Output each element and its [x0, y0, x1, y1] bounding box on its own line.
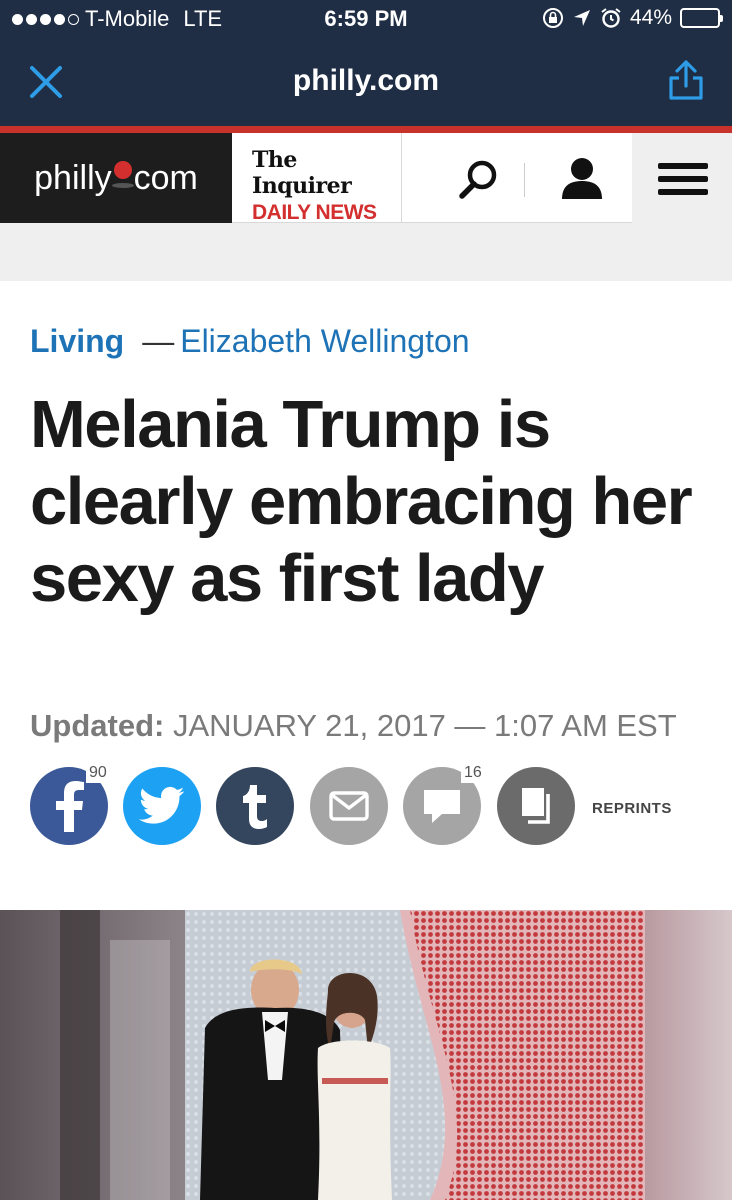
ad-spacer	[0, 223, 732, 281]
browser-title: philly.com	[292, 64, 440, 97]
status-bar: T-Mobile LTE 6:59 PM 44%	[0, 0, 732, 42]
reprints-label[interactable]: REPRINTS	[592, 800, 672, 817]
inquirer-wordmark: The Inquirer	[252, 147, 352, 199]
account-button[interactable]	[557, 153, 607, 203]
photo-illustration	[0, 910, 732, 1200]
twitter-icon	[139, 786, 185, 824]
daily-news-wordmark: DAILY NEWS	[252, 201, 377, 224]
search-icon	[459, 160, 497, 199]
twitter-share-button[interactable]	[123, 767, 201, 845]
logo-text-right: com	[133, 158, 198, 197]
site-header: philly com The Inquirer DAILY NEWS	[0, 133, 732, 224]
status-right: 44%	[542, 6, 723, 30]
reprints-button[interactable]	[497, 767, 575, 845]
browser-bar: philly.com	[0, 42, 732, 126]
email-share-button[interactable]	[310, 767, 388, 845]
facebook-icon	[56, 781, 84, 832]
philly-logo[interactable]: philly com	[0, 133, 232, 223]
tumblr-share-button[interactable]	[216, 767, 294, 845]
facebook-share-count: 90	[86, 763, 110, 783]
comments-count: 16	[461, 763, 485, 783]
user-icon	[562, 158, 602, 199]
alarm-icon	[601, 8, 621, 28]
article-photo	[0, 910, 732, 1200]
logo-text-left: philly	[34, 158, 112, 197]
accent-stripe	[0, 126, 732, 133]
logo-dot-icon	[111, 160, 134, 188]
inquirer-logo[interactable]: The Inquirer DAILY NEWS	[232, 133, 402, 224]
section-link[interactable]: Living	[30, 323, 124, 359]
share-button[interactable]	[666, 58, 706, 102]
updated-timestamp: Updated: JANUARY 21, 2017 — 1:07 AM EST	[30, 708, 677, 744]
battery-percent: 44%	[629, 6, 672, 29]
article-headline: Melania Trump is clearly embracing her s…	[30, 387, 693, 616]
header-divider	[524, 163, 525, 197]
envelope-icon	[329, 791, 369, 821]
tumblr-icon	[243, 785, 267, 829]
rotation-lock-icon	[542, 8, 563, 28]
comment-bubble-icon	[424, 790, 460, 823]
copy-documents-icon	[522, 788, 550, 824]
menu-button[interactable]	[658, 163, 708, 195]
search-button[interactable]	[455, 157, 501, 203]
author-link[interactable]: Elizabeth Wellington	[180, 323, 469, 359]
share-icon	[669, 60, 703, 100]
byline-separator: —	[142, 323, 175, 359]
share-row: 90 16 REPRINTS	[30, 763, 710, 847]
updated-value: JANUARY 21, 2017 — 1:07 AM EST	[172, 708, 677, 743]
menu-area	[632, 133, 732, 223]
byline: Living — Elizabeth Wellington	[30, 323, 470, 360]
updated-label: Updated:	[30, 708, 165, 743]
location-arrow-icon	[573, 10, 590, 26]
battery-icon	[680, 8, 723, 28]
